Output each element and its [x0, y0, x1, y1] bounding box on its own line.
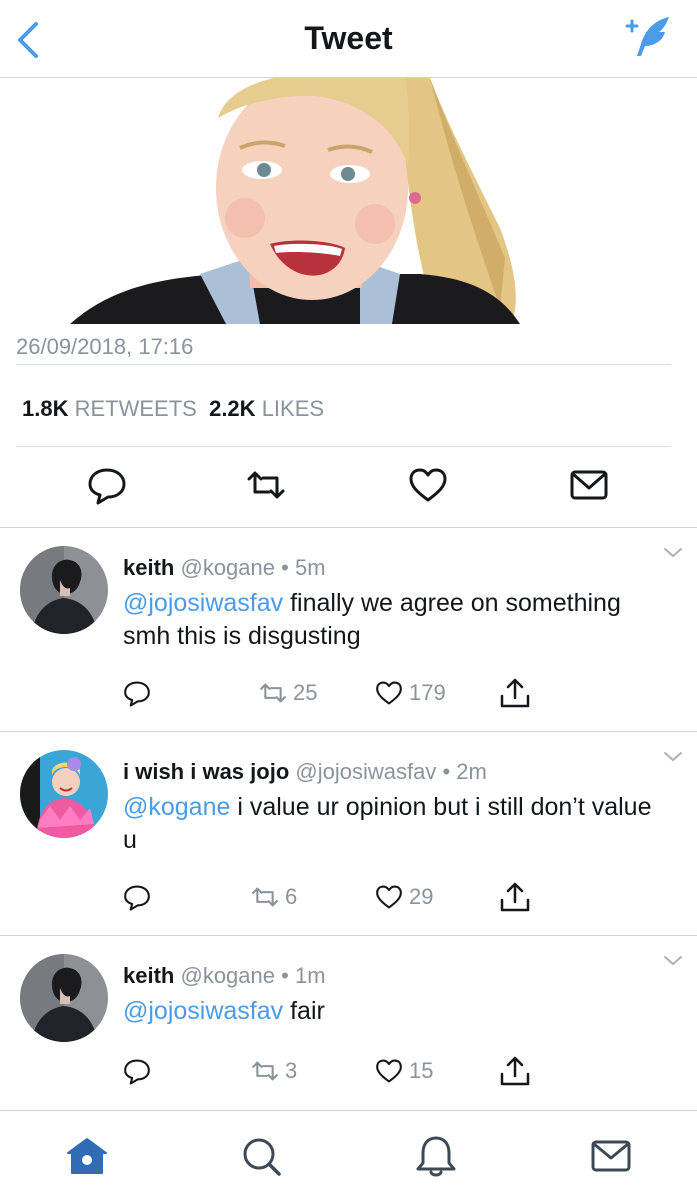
chevron-down-icon[interactable]: [663, 750, 683, 764]
share-icon: [500, 882, 530, 912]
share-button[interactable]: [498, 880, 532, 914]
like-count: 15: [409, 1058, 434, 1083]
divider: [16, 446, 671, 447]
reply-icon: [124, 885, 150, 911]
avatar[interactable]: [20, 750, 108, 838]
like-heart-icon[interactable]: [407, 462, 449, 508]
compose-tweet-icon[interactable]: [623, 14, 675, 60]
mention-link[interactable]: @jojosiwasfav: [123, 997, 283, 1025]
reply-header: i wish i was jojo @jojosiwasfav • 2m: [123, 759, 487, 785]
notifications-bell-icon[interactable]: [413, 1133, 459, 1179]
display-name[interactable]: keith: [123, 963, 174, 988]
divider: [16, 364, 671, 365]
reply-header: keith @kogane • 1m: [123, 963, 326, 989]
reply-time: 2m: [456, 759, 487, 784]
reply-text: @jojosiwasfav fair: [123, 995, 657, 1028]
display-name[interactable]: keith: [123, 555, 174, 580]
username[interactable]: @kogane: [180, 555, 275, 580]
username[interactable]: @kogane: [180, 963, 275, 988]
reply-text: @jojosiwasfav finally we agree on someth…: [123, 587, 657, 653]
retweet-count: 3: [285, 1058, 298, 1083]
mention-link[interactable]: @jojosiwasfav: [123, 589, 283, 617]
avatar[interactable]: [20, 546, 108, 634]
retweet-icon: [252, 887, 278, 907]
home-icon[interactable]: [64, 1133, 110, 1179]
messages-envelope-icon[interactable]: [588, 1133, 634, 1179]
tweet-actions: [0, 462, 697, 512]
like-button[interactable]: 15: [374, 1054, 433, 1088]
reply-header: keith @kogane • 5m: [123, 555, 326, 581]
reply-body: fair: [283, 997, 325, 1025]
retweet-icon: [252, 1061, 278, 1081]
share-button[interactable]: [498, 676, 532, 710]
reply-text: @kogane i value ur opinion but i still d…: [123, 791, 657, 857]
retweet-button[interactable]: 25: [258, 676, 317, 710]
separator-dot: •: [442, 759, 451, 784]
chevron-down-icon[interactable]: [663, 954, 683, 968]
separator-dot: •: [281, 555, 289, 580]
share-icon: [500, 678, 530, 708]
reply-icon: [124, 1059, 150, 1085]
share-button[interactable]: [498, 1054, 532, 1088]
bottom-tab-bar: [0, 1110, 697, 1200]
reply-tweet[interactable]: keith @kogane • 5m @jojosiwasfav finally…: [0, 528, 697, 731]
reply-icon[interactable]: [86, 462, 128, 508]
retweet-icon[interactable]: [245, 462, 287, 508]
like-heart-icon: [376, 1059, 402, 1083]
like-heart-icon: [376, 681, 402, 705]
navigation-bar: Tweet: [0, 0, 697, 78]
like-heart-icon: [376, 885, 402, 909]
chevron-down-icon[interactable]: [663, 546, 683, 560]
likes-label[interactable]: LIKES: [262, 396, 324, 421]
search-icon[interactable]: [238, 1133, 284, 1179]
display-name[interactable]: i wish i was jojo: [123, 759, 289, 784]
retweet-count: 6: [285, 884, 298, 909]
tweet-timestamp: 26/09/2018, 17:16: [16, 334, 194, 359]
retweet-count: 25: [293, 680, 318, 705]
reply-tweet[interactable]: i wish i was jojo @jojosiwasfav • 2m @ko…: [0, 732, 697, 935]
reply-time: 5m: [294, 555, 326, 580]
likes-count[interactable]: 2.2K: [209, 396, 255, 421]
retweet-icon: [260, 683, 286, 703]
retweet-button[interactable]: 3: [250, 1054, 297, 1088]
page-title: Tweet: [304, 20, 393, 56]
share-icon: [500, 1056, 530, 1086]
retweets-count[interactable]: 1.8K: [22, 396, 68, 421]
username[interactable]: @jojosiwasfav: [295, 759, 436, 784]
reply-button[interactable]: [122, 1054, 152, 1088]
like-button[interactable]: 179: [374, 676, 446, 710]
tweet-photo[interactable]: [0, 78, 697, 324]
retweet-button[interactable]: 6: [250, 880, 297, 914]
retweets-label[interactable]: RETWEETS: [75, 396, 197, 421]
direct-message-icon[interactable]: [568, 462, 610, 508]
like-count: 179: [409, 680, 446, 705]
avatar[interactable]: [20, 954, 108, 1042]
separator-dot: •: [281, 963, 289, 988]
reply-button[interactable]: [122, 880, 152, 914]
reply-time: 1m: [294, 963, 326, 988]
tweet-stats: 1.8K RETWEETS 2.2K LIKES: [22, 396, 324, 422]
reply-button[interactable]: [122, 676, 152, 710]
mention-link[interactable]: @kogane: [123, 793, 230, 821]
reply-tweet[interactable]: keith @kogane • 1m @jojosiwasfav fair 3 …: [0, 936, 697, 1110]
like-button[interactable]: 29: [374, 880, 433, 914]
like-count: 29: [409, 884, 434, 909]
